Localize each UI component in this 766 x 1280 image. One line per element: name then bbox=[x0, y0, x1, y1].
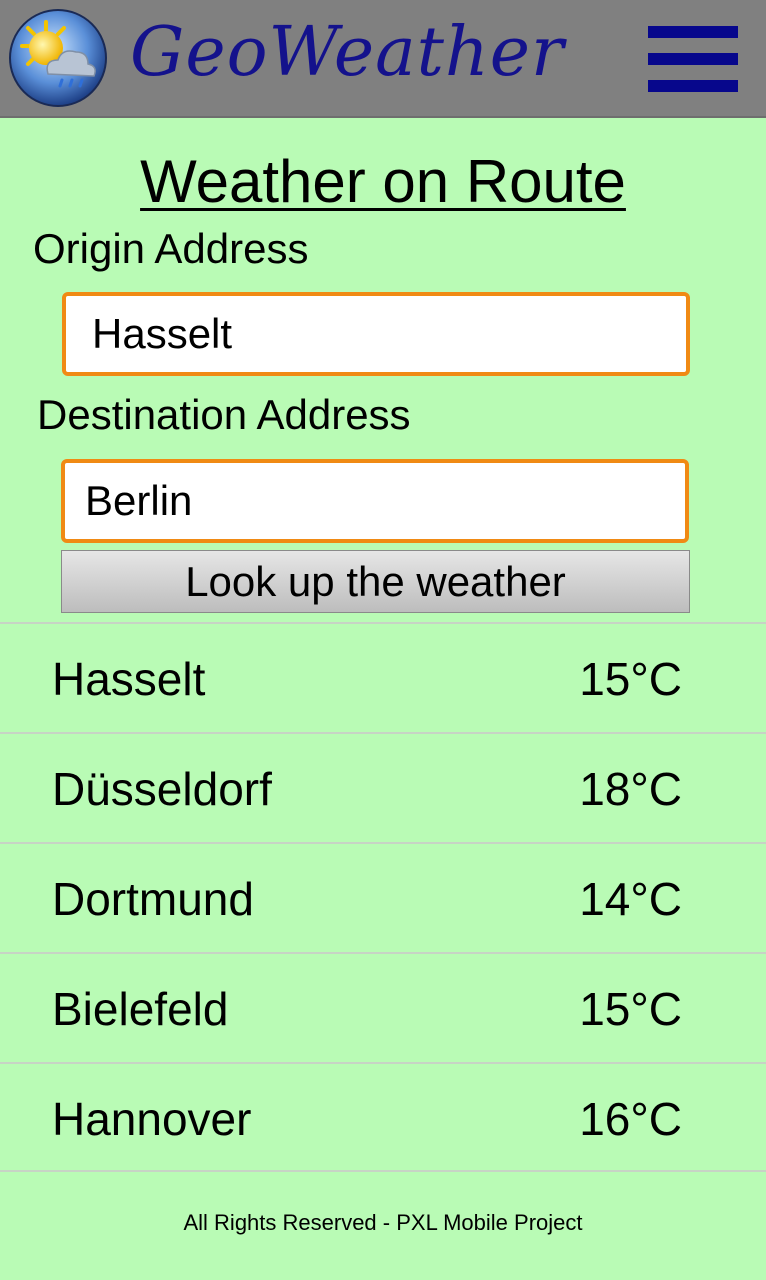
city-temperature: 15°C bbox=[579, 983, 682, 1035]
result-row[interactable]: Bielefeld 15°C bbox=[0, 952, 766, 1062]
city-temperature: 16°C bbox=[579, 1093, 682, 1145]
result-row[interactable]: Hannover 16°C bbox=[0, 1062, 766, 1172]
page-title: Weather on Route bbox=[0, 146, 766, 218]
city-name: Hasselt bbox=[52, 653, 206, 705]
menu-bar-bottom bbox=[648, 80, 738, 92]
result-row[interactable]: Düsseldorf 18°C bbox=[0, 732, 766, 842]
destination-address-input[interactable] bbox=[61, 459, 689, 543]
hamburger-menu-icon[interactable] bbox=[648, 26, 738, 92]
menu-bar-middle bbox=[648, 53, 738, 65]
sun-cloud-rain-icon bbox=[9, 9, 107, 107]
origin-label: Origin Address bbox=[33, 225, 309, 272]
origin-address-input[interactable] bbox=[62, 292, 690, 376]
city-name: Bielefeld bbox=[52, 983, 229, 1035]
destination-label: Destination Address bbox=[37, 391, 411, 438]
app-header: GeoWeather bbox=[0, 0, 766, 118]
menu-bar-top bbox=[648, 26, 738, 38]
page-title-text: Weather on Route bbox=[140, 148, 626, 215]
footer-copyright: All Rights Reserved - PXL Mobile Project bbox=[183, 1210, 583, 1235]
city-name: Dortmund bbox=[52, 873, 254, 925]
result-row[interactable]: Hasselt 15°C bbox=[0, 622, 766, 732]
app-title: GeoWeather bbox=[130, 13, 565, 92]
city-name: Hannover bbox=[52, 1093, 252, 1145]
weather-results-list: Hasselt 15°C Düsseldorf 18°C Dortmund 14… bbox=[0, 622, 766, 1172]
city-name: Düsseldorf bbox=[52, 763, 272, 815]
city-temperature: 14°C bbox=[579, 873, 682, 925]
lookup-weather-button[interactable]: Look up the weather bbox=[61, 550, 690, 613]
city-temperature: 18°C bbox=[579, 763, 682, 815]
result-row[interactable]: Dortmund 14°C bbox=[0, 842, 766, 952]
city-temperature: 15°C bbox=[579, 653, 682, 705]
